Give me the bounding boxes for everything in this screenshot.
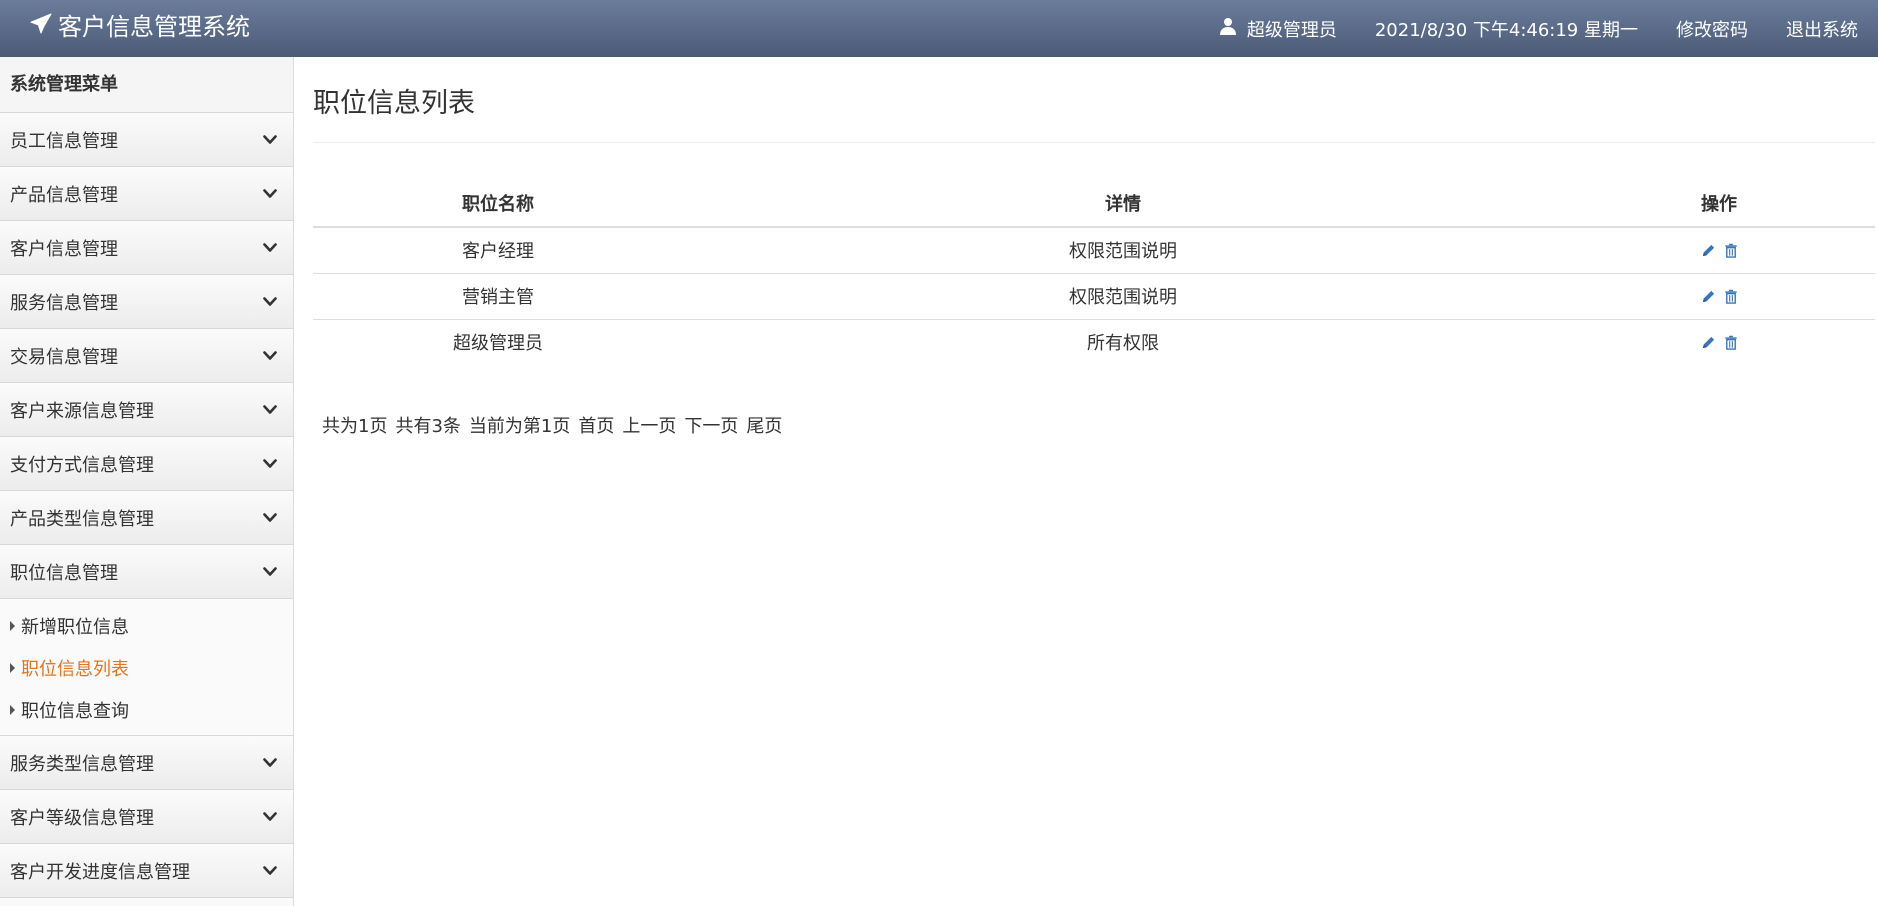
logout-link[interactable]: 退出系统 (1786, 16, 1858, 42)
sidebar-item-label: 支付方式信息管理 (10, 454, 154, 476)
sidebar-item-label: 员工信息管理 (10, 130, 118, 152)
pager-prev-link[interactable]: 上一页 (622, 412, 676, 438)
title-divider (313, 142, 1875, 143)
submenu-item[interactable]: 新增职位信息 (0, 605, 293, 647)
submenu-item-label: 职位信息列表 (21, 659, 129, 680)
sidebar-item-label: 客户等级信息管理 (10, 807, 154, 829)
column-header-detail: 详情 (683, 179, 1563, 228)
sidebar-item-label: 职位信息管理 (10, 562, 118, 584)
cell-actions (1563, 227, 1875, 273)
table-row: 营销主管 权限范围说明 (313, 272, 1875, 319)
sidebar-item-label: 产品信息管理 (10, 184, 118, 206)
current-user: 超级管理员 (1219, 16, 1337, 42)
user-name: 超级管理员 (1246, 19, 1337, 41)
table-header-row: 职位名称 详情 操作 (313, 179, 1875, 228)
pager-next-link[interactable]: 下一页 (684, 412, 738, 438)
column-header-name: 职位名称 (313, 179, 683, 228)
cell-detail: 权限范围说明 (1069, 241, 1177, 263)
top-nav: 超级管理员 2021/8/30 下午4:46:19 星期一 修改密码 退出系统 (1181, 0, 1858, 57)
datetime: 2021/8/30 下午4:46:19 星期一 (1374, 19, 1638, 41)
chevron-down-icon (263, 183, 277, 204)
app-title: 客户信息管理系统 (58, 13, 250, 41)
sidebar-item-label: 服务信息管理 (10, 292, 118, 314)
top-bar: 客户信息管理系统 超级管理员 2021/8/30 下午4:46:19 星期一 修… (0, 0, 1878, 57)
delete-icon[interactable] (1724, 289, 1738, 304)
caret-right-icon (10, 705, 15, 715)
user-icon (1219, 17, 1247, 40)
sidebar-item[interactable]: 员工信息管理 (0, 113, 293, 167)
app-brand: 客户信息管理系统 (30, 12, 250, 42)
sidebar-item[interactable]: 客户等级信息管理 (0, 790, 293, 844)
sidebar-item[interactable]: 服务信息管理 (0, 275, 293, 329)
sidebar-item-label: 交易信息管理 (10, 346, 118, 368)
chevron-down-icon (263, 561, 277, 582)
caret-right-icon (10, 663, 15, 673)
cell-position-name: 客户经理 (462, 241, 534, 263)
sidebar-item[interactable]: 客户信息管理 (0, 221, 293, 275)
delete-icon[interactable] (1724, 335, 1738, 351)
cell-actions (1563, 272, 1875, 319)
sidebar-item[interactable]: 产品信息管理 (0, 167, 293, 221)
delete-icon[interactable] (1724, 243, 1738, 259)
edit-icon[interactable] (1701, 335, 1716, 350)
chevron-down-icon (263, 806, 277, 827)
submenu-item[interactable]: 职位信息列表 (0, 647, 293, 689)
change-password-link[interactable]: 修改密码 (1676, 16, 1748, 42)
page-title: 职位信息列表 (313, 88, 475, 119)
sidebar-submenu: 新增职位信息 职位信息列表 职位信息查询 (0, 599, 293, 736)
sidebar: 系统管理菜单 员工信息管理 产品信息管理 客户信息管理 服务信息管理 交易信息管理客户来… (0, 57, 294, 906)
cell-detail: 权限范围说明 (683, 272, 1563, 319)
chevron-down-icon (263, 291, 277, 312)
sidebar-item[interactable]: 服务类型信息管理 (0, 736, 293, 790)
sidebar-title: 系统管理菜单 (0, 57, 293, 113)
chevron-down-icon (263, 752, 277, 773)
sidebar-item-label: 客户信息管理 (10, 238, 118, 260)
pager-total-pages: 共为1页 (322, 416, 388, 437)
cell-position-name: 营销主管 (313, 272, 683, 319)
position-table: 职位名称 详情 操作 客户经理 权限范围说明 营销主管 权限范围说明 超级管理员 所有权限 (313, 179, 1875, 365)
chevron-down-icon (263, 399, 277, 420)
sidebar-menu: 员工信息管理 产品信息管理 客户信息管理 服务信息管理 交易信息管理客户来源信息管理 支付… (0, 113, 293, 898)
pagination: 共为1页 共有3条 当前为第1页 首页 上一页 下一页 尾页 (322, 412, 782, 438)
chevron-down-icon (263, 345, 277, 366)
submenu-item-label: 职位信息查询 (21, 701, 129, 722)
chevron-down-icon (263, 237, 277, 258)
cell-actions (1563, 318, 1875, 365)
sidebar-item-label: 服务类型信息管理 (10, 753, 154, 775)
edit-icon[interactable] (1701, 243, 1716, 258)
sidebar-item[interactable]: 支付方式信息管理 (0, 437, 293, 491)
sidebar-item-label: 产品类型信息管理 (10, 508, 154, 530)
main-content: 职位信息列表 职位名称 详情 操作 客户经理 权限范围说明 营销主管 权限范围说明 超级… (313, 57, 1875, 906)
sidebar-item[interactable]: 交易信息管理 (0, 329, 293, 383)
edit-icon[interactable] (1701, 289, 1716, 304)
table-row: 客户经理 权限范围说明 (313, 227, 1875, 273)
sidebar-item[interactable]: 产品类型信息管理 (0, 491, 293, 545)
sidebar-item-label: 客户来源信息管理 (10, 400, 154, 422)
sidebar-item-label: 客户开发进度信息管理 (10, 861, 190, 883)
table-row: 超级管理员 所有权限 (313, 318, 1875, 365)
paper-plane-icon (30, 12, 58, 42)
cell-detail: 所有权限 (683, 318, 1563, 365)
caret-right-icon (10, 621, 15, 631)
submenu-item-label: 新增职位信息 (21, 617, 129, 638)
pager-current: 当前为第1页 (468, 416, 571, 437)
pager-total-count: 共有3条 (395, 416, 461, 437)
chevron-down-icon (263, 507, 277, 528)
sidebar-item[interactable]: 客户开发进度信息管理 (0, 844, 293, 898)
chevron-down-icon (263, 860, 277, 881)
sidebar-item[interactable]: 职位信息管理 (0, 545, 293, 599)
chevron-down-icon (263, 453, 277, 474)
cell-position-name: 超级管理员 (313, 318, 683, 365)
submenu-item[interactable]: 职位信息查询 (0, 689, 293, 731)
pager-last-link[interactable]: 尾页 (746, 412, 782, 438)
column-header-actions: 操作 (1563, 179, 1875, 228)
chevron-down-icon (263, 129, 277, 150)
sidebar-item[interactable]: 客户来源信息管理 (0, 383, 293, 437)
pager-first-link[interactable]: 首页 (578, 412, 614, 438)
